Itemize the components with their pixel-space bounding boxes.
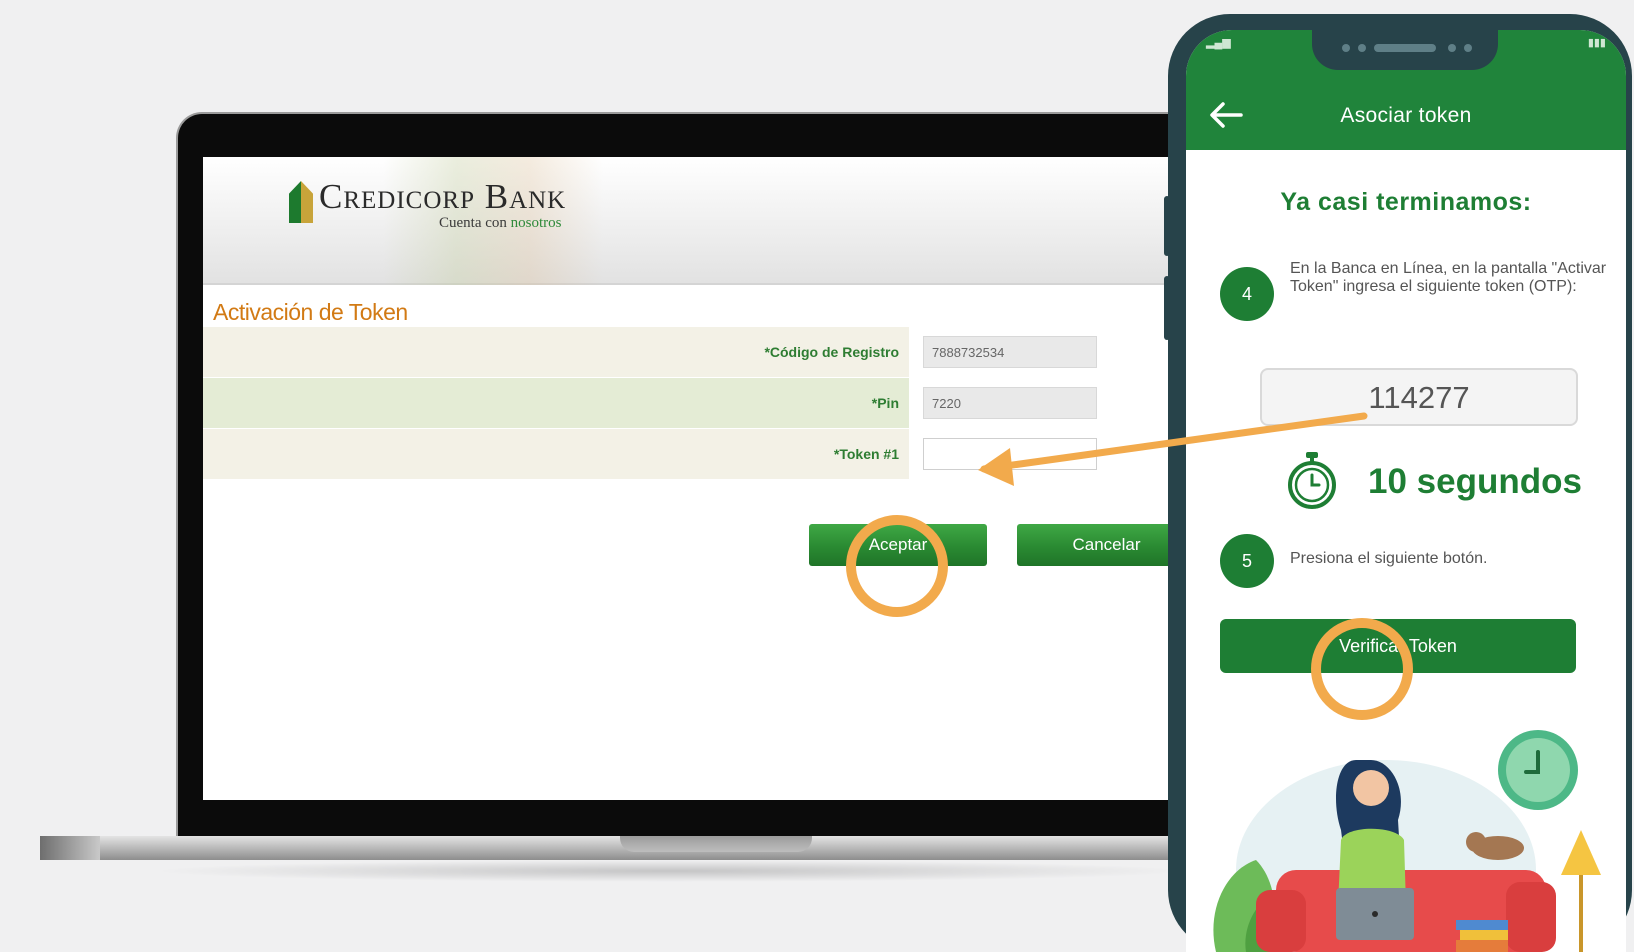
bank-header: Credicorp Bank Cuenta con nosotros (203, 157, 1196, 285)
phone-side-button (1164, 196, 1170, 256)
phone-side-button (1164, 276, 1170, 340)
step-text: Presiona el siguiente botón. (1290, 550, 1488, 567)
bank-logo: Credicorp Bank Cuenta con nosotros (289, 177, 567, 231)
app-bar-title: Asociar token (1340, 104, 1472, 127)
bank-tagline: Cuenta con nosotros (439, 215, 562, 231)
step-number-badge: 5 (1220, 534, 1274, 588)
battery-icon: ▮▮▮ (1587, 37, 1606, 49)
signal-icon: ▂▄▆ (1206, 37, 1231, 49)
field-label: *Pin (203, 378, 909, 428)
form-row-token: *Token #1 (203, 429, 1196, 479)
form-row-registro: *Código de Registro (203, 327, 1196, 377)
page-title: Activación de Token (213, 299, 408, 325)
stopwatch-icon (1288, 452, 1336, 509)
bank-name: Credicorp Bank (319, 177, 567, 216)
phone-screen: ▂▄▆ ▮▮▮ Asociar token Ya casi terminamos… (1186, 30, 1626, 952)
laptop-notch (620, 836, 812, 852)
logo-icon (289, 181, 313, 223)
phone-heading: Ya casi terminamos: (1280, 188, 1532, 216)
accept-button[interactable]: Aceptar (809, 524, 987, 566)
form-row-pin: *Pin (203, 378, 1196, 428)
step-number-badge: 4 (1220, 267, 1274, 321)
token-input[interactable] (923, 438, 1097, 470)
field-label: *Código de Registro (203, 327, 909, 377)
woman-laptop-illustration (1213, 730, 1601, 952)
otp-display: 114277 (1260, 368, 1578, 426)
pin-input[interactable] (923, 387, 1097, 419)
verify-token-button[interactable]: Verificar Token (1220, 619, 1576, 673)
step-text: En la Banca en Línea, en la pantalla "Ac… (1290, 260, 1607, 295)
registro-input[interactable] (923, 336, 1097, 368)
timer-text: 10 segundos (1368, 462, 1582, 501)
laptop-screen: Credicorp Bank Cuenta con nosotros Activ… (203, 157, 1196, 800)
field-label: *Token #1 (203, 429, 909, 479)
phone-notch (1312, 30, 1498, 70)
